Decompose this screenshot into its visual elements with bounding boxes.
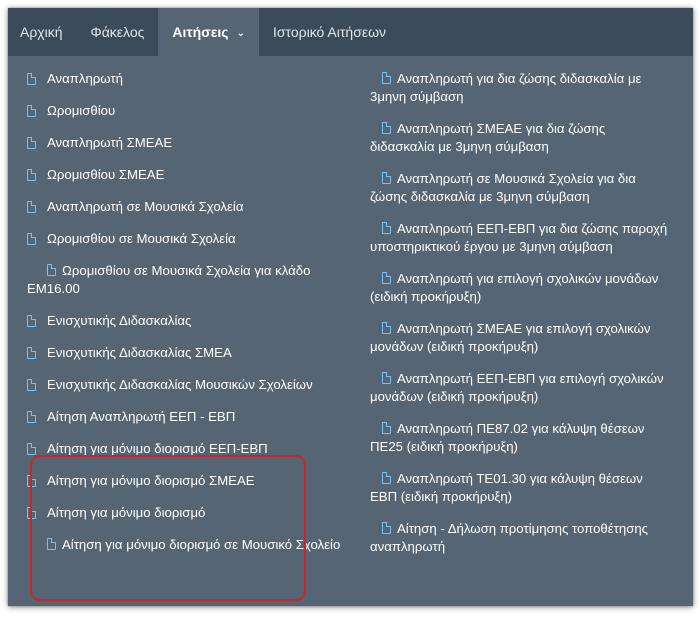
nav-applications-label: Αιτήσεις — [172, 24, 229, 40]
top-navbar: Αρχική Φάκελος Αιτήσεις ⌄ Ιστορικό Αιτήσ… — [8, 8, 693, 56]
document-icon — [382, 272, 391, 284]
menu-item[interactable]: Αναπληρωτή σε Μουσικά Σχολεία για δια ζώ… — [370, 170, 670, 206]
menu-item[interactable]: Αίτηση για μόνιμο διορισμό — [27, 504, 342, 522]
menu-item[interactable]: Αναπληρωτή ΕΕΠ-ΕΒΠ για δια ζώσης παροχή … — [370, 220, 670, 256]
document-icon — [382, 472, 391, 484]
nav-folder[interactable]: Φάκελος — [77, 8, 159, 56]
menu-item-label: Αναπληρωτή για επιλογή σχολικών μονάδων … — [370, 271, 659, 304]
menu-item[interactable]: Ενισχυτικής Διδασκαλίας — [27, 312, 342, 330]
menu-item-label: Αναπληρωτή ΕΕΠ-ΕΒΠ για δια ζώσης παροχή … — [370, 221, 668, 254]
document-icon — [27, 73, 36, 85]
document-icon — [382, 172, 391, 184]
menu-item-label: Ωρομισθίου σε Μουσικά Σχολεία — [47, 231, 236, 246]
menu-item-label: Αίτηση - Δήλωση προτίμησης τοποθέτησης α… — [370, 521, 649, 554]
nav-home[interactable]: Αρχική — [8, 8, 77, 56]
menu-item[interactable]: Αίτηση Αναπληρωτή ΕΕΠ - ΕΒΠ — [27, 408, 342, 426]
document-icon — [382, 522, 391, 534]
document-icon — [27, 411, 36, 423]
menu-item[interactable]: Αίτηση για μόνιμο διορισμό ΣΜΕΑΕ — [27, 472, 342, 490]
menu-item-label: Αναπληρωτή ΣΜΕΑΕ για δια ζώσης διδασκαλί… — [370, 121, 606, 154]
menu-item-label: Ενισχυτικής Διδασκαλίας Μουσικών Σχολείω… — [47, 377, 313, 392]
menu-item[interactable]: Αναπληρωτή ΤΕ01.30 για κάλυψη θέσεων ΕΒΠ… — [370, 470, 670, 506]
dropdown-menu-left-column: Αναπληρωτή Ωρομισθίου Αναπληρωτή ΣΜΕΑΕ Ω… — [27, 70, 342, 568]
nav-home-label: Αρχική — [20, 24, 63, 40]
menu-item-label: Ενισχυτικής Διδασκαλίας ΣΜΕΑ — [47, 345, 232, 360]
nav-application-history-label: Ιστορικό Αιτήσεων — [272, 24, 387, 40]
menu-item-label: Αναπληρωτή ΣΜΕΑΕ για επιλογή σχολικών μο… — [370, 321, 651, 354]
menu-item[interactable]: Αναπληρωτή ΣΜΕΑΕ για δια ζώσης διδασκαλί… — [370, 120, 670, 156]
menu-item[interactable]: Αναπληρωτή σε Μουσικά Σχολεία — [27, 198, 342, 216]
menu-item[interactable]: Ωρομισθίου ΣΜΕΑΕ — [27, 166, 342, 184]
document-icon — [382, 322, 391, 334]
menu-item[interactable]: Ωρομισθίου σε Μουσικά Σχολεία — [27, 230, 342, 248]
menu-item-label: Αίτηση για μόνιμο διορισμό ΣΜΕΑΕ — [47, 473, 255, 488]
menu-item[interactable]: Ωρομισθίου — [27, 102, 342, 120]
document-icon — [382, 122, 391, 134]
document-icon — [27, 169, 36, 181]
menu-item[interactable]: Αναπληρωτή ΠΕ87.02 για κάλυψη θέσεων ΠΕ2… — [370, 420, 670, 456]
document-icon — [382, 422, 391, 434]
menu-item[interactable]: Ενισχυτικής Διδασκαλίας ΣΜΕΑ — [27, 344, 342, 362]
document-icon — [27, 233, 36, 245]
nav-applications[interactable]: Αιτήσεις ⌄ — [158, 8, 259, 56]
menu-item-label: Ωρομισθίου σε Μουσικά Σχολεία για κλάδο … — [27, 263, 311, 296]
menu-item-label: Αναπληρωτή για δια ζώσης διδασκαλία με 3… — [370, 71, 642, 104]
menu-item[interactable]: Αναπληρωτή για επιλογή σχολικών μονάδων … — [370, 270, 670, 306]
menu-item[interactable]: Αναπληρωτή ΣΜΕΑΕ — [27, 134, 342, 152]
document-icon — [27, 507, 36, 519]
menu-item[interactable]: Αναπληρωτή ΣΜΕΑΕ για επιλογή σχολικών μο… — [370, 320, 670, 356]
nav-folder-label: Φάκελος — [90, 24, 145, 40]
menu-item-label: Ωρομισθίου — [47, 103, 116, 118]
menu-item-label: Αναπληρωτή ΣΜΕΑΕ — [47, 135, 173, 150]
menu-item-label: Αίτηση για μόνιμο διορισμό σε Μουσικό Σχ… — [62, 537, 341, 552]
document-icon — [47, 264, 56, 276]
menu-item[interactable]: Αναπληρωτή ΕΕΠ-ΕΒΠ για επιλογή σχολικών … — [370, 370, 670, 406]
document-icon — [27, 443, 36, 455]
menu-item-label: Αναπληρωτή σε Μουσικά Σχολεία για δια ζώ… — [370, 171, 636, 204]
menu-item-label: Αναπληρωτή σε Μουσικά Σχολεία — [47, 199, 244, 214]
document-icon — [27, 475, 36, 487]
chevron-down-icon: ⌄ — [236, 27, 245, 39]
dropdown-menu-right-column: Αναπληρωτή για δια ζώσης διδασκαλία με 3… — [370, 70, 670, 570]
document-icon — [27, 105, 36, 117]
menu-item-label: Αναπληρωτή ΠΕ87.02 για κάλυψη θέσεων ΠΕ2… — [370, 421, 645, 454]
document-icon — [27, 347, 36, 359]
document-icon — [27, 201, 36, 213]
menu-item[interactable]: Αναπληρωτή — [27, 70, 342, 88]
menu-item-label: Αναπληρωτή ΤΕ01.30 για κάλυψη θέσεων ΕΒΠ… — [370, 471, 643, 504]
menu-item-label: Αναπληρωτή — [47, 71, 123, 86]
nav-application-history[interactable]: Ιστορικό Αιτήσεων — [259, 8, 400, 56]
document-icon — [382, 72, 391, 84]
menu-item-label: Αίτηση για μόνιμο διορισμό ΕΕΠ-ΕΒΠ — [47, 441, 268, 456]
menu-item[interactable]: Ωρομισθίου σε Μουσικά Σχολεία για κλάδο … — [27, 262, 342, 298]
menu-item[interactable]: Αίτηση για μόνιμο διορισμό σε Μουσικό Σχ… — [27, 536, 342, 554]
document-icon — [382, 372, 391, 384]
menu-item-label: Αίτηση για μόνιμο διορισμό — [47, 505, 206, 520]
menu-item-label: Αναπληρωτή ΕΕΠ-ΕΒΠ για επιλογή σχολικών … — [370, 371, 664, 404]
document-icon — [27, 137, 36, 149]
menu-item-label: Ενισχυτικής Διδασκαλίας — [47, 313, 192, 328]
menu-item-label: Ωρομισθίου ΣΜΕΑΕ — [47, 167, 165, 182]
menu-item[interactable]: Ενισχυτικής Διδασκαλίας Μουσικών Σχολείω… — [27, 376, 342, 394]
menu-item[interactable]: Αίτηση - Δήλωση προτίμησης τοποθέτησης α… — [370, 520, 670, 556]
menu-item[interactable]: Αναπληρωτή για δια ζώσης διδασκαλία με 3… — [370, 70, 670, 106]
document-icon — [47, 538, 56, 550]
app-window: Αρχική Φάκελος Αιτήσεις ⌄ Ιστορικό Αιτήσ… — [8, 8, 693, 606]
document-icon — [27, 379, 36, 391]
menu-item[interactable]: Αίτηση για μόνιμο διορισμό ΕΕΠ-ΕΒΠ — [27, 440, 342, 458]
menu-item-label: Αίτηση Αναπληρωτή ΕΕΠ - ΕΒΠ — [47, 409, 236, 424]
document-icon — [382, 222, 391, 234]
document-icon — [27, 315, 36, 327]
